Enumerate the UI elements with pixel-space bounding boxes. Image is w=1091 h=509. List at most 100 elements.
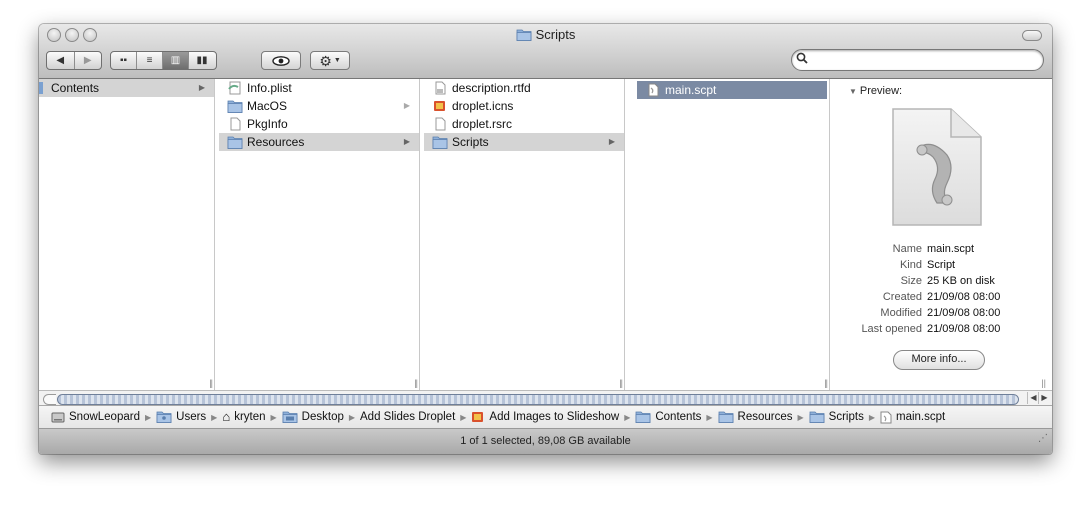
folder-icon <box>227 136 243 149</box>
desktop-folder-icon <box>282 411 298 423</box>
view-mode-control: ▪▪ ≡ ▥ ▮▮ <box>110 51 217 70</box>
path-separator-icon: ▶ <box>270 412 277 422</box>
gear-icon: ⚙ <box>319 52 332 69</box>
scrollbar-thumb[interactable] <box>57 394 1019 405</box>
column-resize-handle[interactable]: || <box>824 378 828 388</box>
toolbar-toggle-button[interactable] <box>1022 30 1042 41</box>
file-info-table: Name main.scpt Kind Script Size 25 KB on di… <box>835 241 1031 337</box>
column-1: Contents ▶ || <box>39 79 215 390</box>
list-item-info-plist[interactable]: Info.plist <box>219 79 419 97</box>
resize-grip-icon[interactable]: ⋰ <box>1038 426 1048 451</box>
column-resize-handle[interactable]: || <box>209 378 213 388</box>
finder-window: Scripts ◀ ▶ ▪▪ ≡ ▥ ▮▮ ⚙ ▼ Contents ▶ || … <box>39 24 1052 454</box>
info-row-last-opened: Last opened 21/09/08 08:00 <box>861 323 1001 335</box>
path-item-users[interactable]: Users <box>156 411 206 423</box>
disclosure-arrow-icon: ▶ <box>403 101 410 110</box>
info-row-size: Size 25 KB on disk <box>900 275 995 287</box>
list-item-resources[interactable]: Resources ▶ <box>219 133 419 151</box>
path-item-kryten[interactable]: ⌂ kryten <box>222 409 265 424</box>
script-document-icon <box>892 108 982 226</box>
disclosure-triangle-icon[interactable]: ▼ <box>849 87 857 96</box>
path-item-add-slides-droplet[interactable]: Add Slides Droplet <box>360 411 455 423</box>
disclosure-arrow-icon: ▶ <box>608 137 615 146</box>
folder-icon <box>227 100 243 113</box>
info-row-modified: Modified 21/09/08 08:00 <box>880 307 1001 319</box>
folder-icon <box>635 411 651 423</box>
forward-button[interactable]: ▶ <box>75 52 102 69</box>
window-title-text: Scripts <box>535 27 576 42</box>
users-folder-icon <box>156 411 172 423</box>
list-item-contents[interactable]: Contents ▶ <box>39 79 214 97</box>
path-item-scripts[interactable]: Scripts <box>809 411 864 423</box>
document-icon <box>230 117 241 131</box>
window-title: Scripts <box>39 27 1052 43</box>
status-bar: 1 of 1 selected, 89,08 GB available ⋰ <box>39 429 1052 454</box>
search-field[interactable] <box>791 49 1044 71</box>
info-row-kind: Kind Script <box>899 259 956 271</box>
horizontal-scrollbar[interactable]: ◀ ▶ <box>39 390 1052 406</box>
path-separator-icon: ▶ <box>868 412 875 422</box>
list-item-droplet-rsrc[interactable]: droplet.rsrc <box>424 115 624 133</box>
home-icon: ⌂ <box>222 409 231 424</box>
eye-icon <box>272 55 290 66</box>
disclosure-arrow-icon: ▶ <box>403 137 410 146</box>
disclosure-arrow-icon: ▶ <box>198 83 205 92</box>
column-3: description.rtfd droplet.icns droplet.rs… <box>424 79 625 390</box>
quick-look-button[interactable] <box>261 51 301 70</box>
script-file-icon <box>648 83 659 97</box>
coverflow-view-icon[interactable]: ▮▮ <box>189 52 215 69</box>
list-item-description-rtfd[interactable]: description.rtfd <box>424 79 624 97</box>
back-button[interactable]: ◀ <box>47 52 75 69</box>
column-browser: Contents ▶ || Info.plist MacOS ▶ PkgInfo <box>39 79 1052 390</box>
list-item-macos[interactable]: MacOS ▶ <box>219 97 419 115</box>
list-item-scripts[interactable]: Scripts ▶ <box>424 133 624 151</box>
list-item-pkginfo[interactable]: PkgInfo <box>219 115 419 133</box>
info-row-created: Created 21/09/08 08:00 <box>882 291 1001 303</box>
path-item-add-images-to-slideshow[interactable]: Add Images to Slideshow <box>471 411 619 423</box>
icon-view-icon[interactable]: ▪▪ <box>111 52 137 69</box>
folder-icon <box>432 136 448 149</box>
column-resize-handle[interactable]: || <box>1041 378 1046 388</box>
search-icon <box>796 52 808 67</box>
folder-icon <box>516 29 532 41</box>
list-item-main-scpt[interactable]: main.scpt <box>637 81 827 99</box>
path-item-contents[interactable]: Contents <box>635 411 701 423</box>
column-resize-handle[interactable]: || <box>414 378 418 388</box>
back-forward-control: ◀ ▶ <box>46 51 102 70</box>
column-resize-handle[interactable]: || <box>619 378 623 388</box>
path-separator-icon: ▶ <box>706 412 713 422</box>
document-icon <box>435 117 446 131</box>
path-item-main-scpt[interactable]: main.scpt <box>880 411 945 424</box>
path-item-resources[interactable]: Resources <box>718 411 793 423</box>
list-view-icon[interactable]: ≡ <box>137 52 163 69</box>
path-separator-icon: ▶ <box>144 412 152 422</box>
path-separator-icon: ▶ <box>460 412 467 422</box>
plist-file-icon <box>228 81 241 95</box>
folder-icon <box>718 411 733 423</box>
droplet-app-icon <box>472 412 484 422</box>
preview-pane: ▼ Preview: Name main.scpt Kind Script Size 2… <box>835 79 1031 390</box>
path-item-desktop[interactable]: Desktop <box>282 411 344 423</box>
column-2: Info.plist MacOS ▶ PkgInfo Resources ▶ |… <box>219 79 420 390</box>
scroll-right-arrow-icon[interactable]: ▶ <box>1038 392 1050 404</box>
path-separator-icon: ▶ <box>348 412 356 422</box>
path-separator-icon: ▶ <box>797 412 804 422</box>
rtfd-file-icon <box>435 81 446 95</box>
scrollbar-cap <box>43 394 56 405</box>
action-menu-button[interactable]: ⚙ ▼ <box>310 51 350 70</box>
toolbar: Scripts ◀ ▶ ▪▪ ≡ ▥ ▮▮ ⚙ ▼ <box>39 24 1052 79</box>
icns-file-icon <box>434 101 445 111</box>
column-4: main.scpt || <box>629 79 830 390</box>
list-item-droplet-icns[interactable]: droplet.icns <box>424 97 624 115</box>
path-separator-icon: ▶ <box>624 412 631 422</box>
path-item-snowleopard[interactable]: SnowLeopard <box>51 411 140 423</box>
path-separator-icon: ▶ <box>211 412 218 422</box>
path-bar: SnowLeopard ▶ Users ▶ ⌂ kryten ▶ Desktop… <box>39 405 1052 429</box>
status-text: 1 of 1 selected, 89,08 GB available <box>460 435 631 447</box>
folder-icon <box>809 411 825 423</box>
script-file-icon <box>880 411 892 423</box>
more-info-button[interactable]: More info... <box>893 350 985 370</box>
column-view-icon[interactable]: ▥ <box>163 52 189 69</box>
hard-drive-icon <box>51 412 65 423</box>
preview-label: ▼ Preview: <box>849 85 903 97</box>
